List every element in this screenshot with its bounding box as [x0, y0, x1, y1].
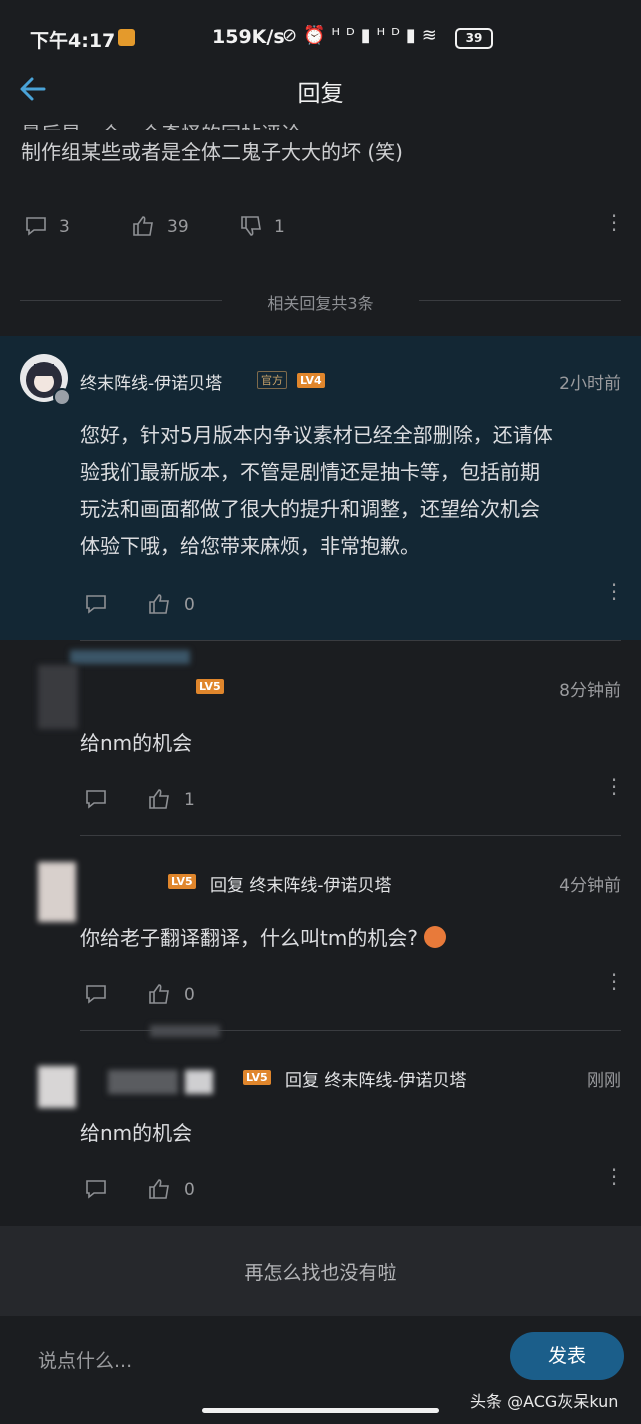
level-badge: LV5: [243, 1070, 271, 1085]
redacted-username: [70, 650, 190, 664]
more-options-icon[interactable]: · · ·: [609, 206, 619, 240]
battery-icon: 39: [455, 28, 493, 49]
comment-button[interactable]: [84, 593, 108, 620]
home-indicator[interactable]: [202, 1408, 439, 1413]
thumbs-up-icon: [149, 594, 169, 614]
avatar[interactable]: [38, 665, 78, 729]
thumbs-up-icon: [149, 984, 169, 1004]
dislike-count: 1: [274, 217, 285, 237]
divider-line: [80, 835, 621, 836]
like-count: 39: [167, 217, 189, 237]
reply-text: 给nm的机会: [80, 1121, 193, 1145]
comment-count: 3: [59, 217, 70, 237]
previous-post-partial-line: 最后是一个一个奇怪的回帖评论: [21, 118, 301, 130]
like-button[interactable]: [148, 1178, 172, 1205]
redacted-username: [185, 1070, 213, 1094]
angry-face-icon: [424, 926, 447, 948]
dislike-button[interactable]: [240, 215, 264, 242]
comment-button[interactable]: [84, 983, 108, 1010]
comment-button[interactable]: [24, 215, 48, 242]
redacted-username: [108, 1070, 178, 1094]
reply-text-line: 您好，针对5月版本内争议素材已经全部删除，还请体: [80, 423, 553, 447]
reply-text-line: 玩法和画面都做了很大的提升和调整，还望给次机会: [80, 497, 540, 521]
comment-input-placeholder: 说点什么...: [38, 1350, 133, 1372]
like-count: 0: [184, 1180, 195, 1200]
comment-icon: [86, 595, 106, 614]
reply-text: 您好，针对5月版本内争议素材已经全部删除，还请体 验我们最新版本，不管是剧情还是…: [80, 417, 625, 565]
more-options-icon[interactable]: · · ·: [609, 965, 619, 999]
status-time: 下午4:17: [30, 30, 116, 52]
like-button[interactable]: [148, 593, 172, 620]
comment-icon: [86, 1180, 106, 1199]
more-options-icon[interactable]: · · ·: [609, 575, 619, 609]
divider-line: [80, 640, 621, 641]
reply-username[interactable]: 终末阵线-伊诺贝塔: [80, 369, 222, 394]
more-options-icon[interactable]: · · ·: [609, 770, 619, 804]
like-button[interactable]: [148, 983, 172, 1010]
thumbs-down-icon: [241, 216, 261, 236]
back-arrow-icon[interactable]: [18, 74, 50, 106]
level-badge: LV5: [196, 679, 224, 694]
reply-text: 你给老子翻译翻译，什么叫tm的机会?: [80, 920, 447, 957]
level-badge: LV4: [297, 373, 325, 388]
watermark: 头条 @ACG灰呆kun: [470, 1392, 619, 1411]
like-count: 1: [184, 790, 195, 810]
thumbs-up-icon: [133, 216, 153, 236]
avatar[interactable]: [38, 862, 76, 922]
thumbs-up-icon: [149, 1179, 169, 1199]
end-of-list-text: 再怎么找也没有啦: [244, 1262, 397, 1284]
comment-icon: [86, 985, 106, 1004]
comment-icon: [86, 790, 106, 809]
divider-line: [419, 300, 621, 301]
reply-to-label[interactable]: 回复 终末阵线-伊诺贝塔: [210, 871, 392, 896]
previous-post-text: 制作组某些或者是全体二鬼子大大的坏 (笑): [21, 140, 403, 164]
thumbs-up-icon: [149, 789, 169, 809]
status-bar: 下午4:17 159K/s ⊘⏰ᴴᴰ▮ᴴᴰ▮≋ 39: [0, 0, 641, 76]
reply-time: 8分钟前: [559, 681, 621, 701]
like-button[interactable]: [148, 788, 172, 815]
app-notification-icon: [118, 29, 135, 46]
reply-time: 2小时前: [559, 374, 621, 394]
avatar[interactable]: [38, 1066, 76, 1108]
reply-text-line: 体验下哦，给您带来麻烦，非常抱歉。: [80, 534, 420, 558]
reply-to-label[interactable]: 回复 终末阵线-伊诺贝塔: [285, 1066, 467, 1091]
like-count: 0: [184, 985, 195, 1005]
more-options-icon[interactable]: · · ·: [609, 1160, 619, 1194]
page-title: 回复: [297, 81, 344, 107]
comment-icon: [26, 217, 46, 236]
reply-time: 4分钟前: [559, 876, 621, 896]
like-count: 0: [184, 595, 195, 615]
related-replies-label: 相关回复共3条: [267, 294, 374, 313]
comment-button[interactable]: [84, 788, 108, 815]
send-button[interactable]: 发表: [510, 1332, 624, 1380]
redacted-username: [150, 1025, 220, 1037]
reply-time: 刚刚: [587, 1071, 621, 1091]
status-icons: ⊘⏰ᴴᴰ▮ᴴᴰ▮≋: [282, 25, 443, 46]
reply-text-line: 验我们最新版本，不管是剧情还是抽卡等，包括前期: [80, 460, 540, 484]
like-button[interactable]: [132, 215, 156, 242]
reply-text-content: 你给老子翻译翻译，什么叫tm的机会?: [80, 926, 418, 950]
reply-text: 给nm的机会: [80, 731, 193, 755]
network-speed: 159K/s: [212, 26, 285, 48]
verified-icon: [53, 388, 71, 406]
comment-button[interactable]: [84, 1178, 108, 1205]
official-badge: 官方: [257, 371, 287, 389]
level-badge: LV5: [168, 874, 196, 889]
